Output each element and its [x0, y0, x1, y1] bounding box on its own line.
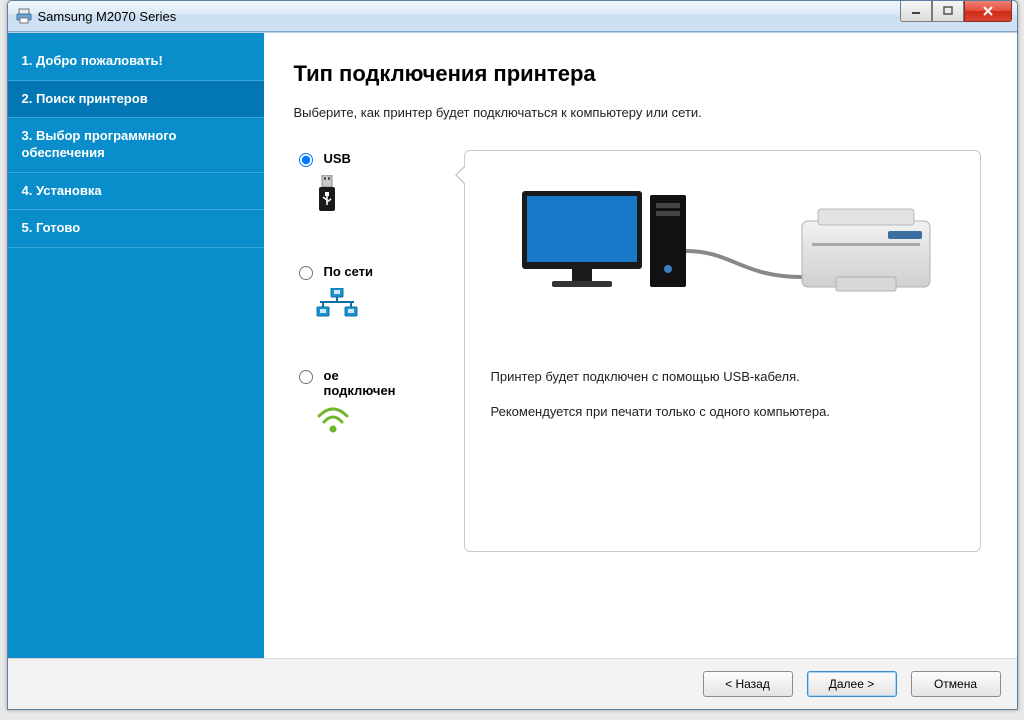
cancel-button[interactable]: Отмена: [911, 671, 1001, 697]
usb-icon: [316, 175, 444, 213]
title-bar: Samsung M2070 Series: [8, 1, 1017, 32]
description-text: Принтер будет подключен с помощью USB-ка…: [491, 369, 954, 419]
radio-usb[interactable]: [299, 153, 313, 167]
radio-wireless[interactable]: [299, 370, 313, 384]
connection-options: USB: [294, 150, 444, 552]
wizard-footer: < Назад Далее > Отмена: [8, 658, 1017, 709]
printer-icon: [16, 8, 32, 24]
sidebar-step-search[interactable]: 2. Поиск принтеров: [8, 81, 264, 119]
sidebar-step-done[interactable]: 5. Готово: [8, 210, 264, 248]
options-row: USB: [294, 150, 981, 552]
option-usb[interactable]: USB: [294, 150, 444, 213]
option-wireless[interactable]: ое подключен: [294, 368, 444, 434]
sidebar-step-software[interactable]: 3. Выбор программного обеспечения: [8, 118, 264, 172]
option-network[interactable]: По сети: [294, 263, 444, 318]
wifi-icon: [316, 406, 444, 434]
maximize-button[interactable]: [932, 1, 964, 22]
window-title: Samsung M2070 Series: [38, 9, 177, 24]
wizard-sidebar: 1. Добро пожаловать! 2. Поиск принтеров …: [8, 33, 264, 658]
main-content: Тип подключения принтера Выберите, как п…: [264, 33, 1017, 658]
close-button[interactable]: [964, 1, 1012, 22]
option-usb-label: USB: [324, 151, 351, 166]
page-subtitle: Выберите, как принтер будет подключаться…: [294, 105, 981, 120]
option-wireless-label: ое подключен: [324, 368, 396, 398]
description-line-1: Принтер будет подключен с помощью USB-ка…: [491, 369, 954, 384]
back-button[interactable]: < Назад: [703, 671, 793, 697]
option-network-label: По сети: [324, 264, 374, 279]
sidebar-step-install[interactable]: 4. Установка: [8, 173, 264, 211]
network-icon: [316, 288, 444, 318]
radio-network[interactable]: [299, 266, 313, 280]
window-controls: [900, 1, 1012, 22]
minimize-button[interactable]: [900, 1, 932, 22]
sidebar-step-welcome[interactable]: 1. Добро пожаловать!: [8, 43, 264, 81]
page-heading: Тип подключения принтера: [294, 61, 981, 87]
window-body: 1. Добро пожаловать! 2. Поиск принтеров …: [8, 32, 1017, 658]
connection-illustration: [491, 181, 954, 321]
description-line-2: Рекомендуется при печати только с одного…: [491, 404, 954, 419]
description-panel: Принтер будет подключен с помощью USB-ка…: [464, 150, 981, 552]
installer-window: Samsung M2070 Series 1. Добро пожаловать…: [7, 0, 1018, 710]
next-button[interactable]: Далее >: [807, 671, 897, 697]
